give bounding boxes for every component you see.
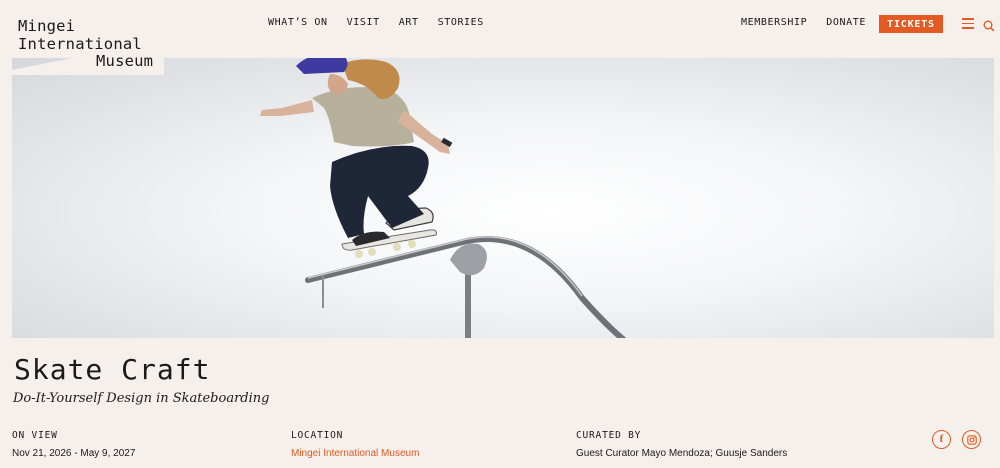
on-view-label: ON VIEW: [12, 430, 58, 441]
exhibition-subtitle: Do-It-Yourself Design in Skateboarding: [13, 391, 270, 406]
curators: Guest Curator Mayo Mendoza; Guusje Sande…: [576, 448, 788, 459]
nav-art[interactable]: ART: [399, 17, 419, 28]
logo-line-3: Museum: [96, 52, 154, 70]
location-link[interactable]: Mingei International Museum: [291, 448, 419, 459]
search-icon[interactable]: [983, 17, 995, 32]
facebook-icon[interactable]: f: [932, 430, 951, 449]
logo-line-2: International: [18, 34, 142, 53]
hamburger-menu-icon[interactable]: [962, 18, 974, 29]
nav-visit[interactable]: VISIT: [347, 17, 380, 28]
curated-by-label: CURATED BY: [576, 430, 642, 441]
nav-membership[interactable]: MEMBERSHIP: [741, 17, 807, 28]
site-header: Mingei International Museum WHAT’S ON VI…: [0, 0, 1000, 70]
nav-whats-on[interactable]: WHAT’S ON: [268, 17, 328, 28]
location-label: LOCATION: [291, 430, 344, 441]
tickets-button[interactable]: TICKETS: [879, 15, 943, 33]
logo-line-1: Mingei: [18, 17, 76, 35]
exhibition-title: Skate Craft: [14, 353, 211, 386]
instagram-icon[interactable]: [962, 430, 981, 449]
nav-stories[interactable]: STORIES: [438, 17, 484, 28]
hero-image: [12, 58, 994, 338]
on-view-dates: Nov 21, 2026 - May 9, 2027: [12, 448, 136, 459]
utility-nav: MEMBERSHIP DONATE: [741, 17, 866, 28]
main-nav: WHAT’S ON VISIT ART STORIES: [268, 17, 484, 28]
nav-donate[interactable]: DONATE: [826, 17, 866, 28]
museum-logo[interactable]: Mingei International Museum: [18, 17, 154, 71]
